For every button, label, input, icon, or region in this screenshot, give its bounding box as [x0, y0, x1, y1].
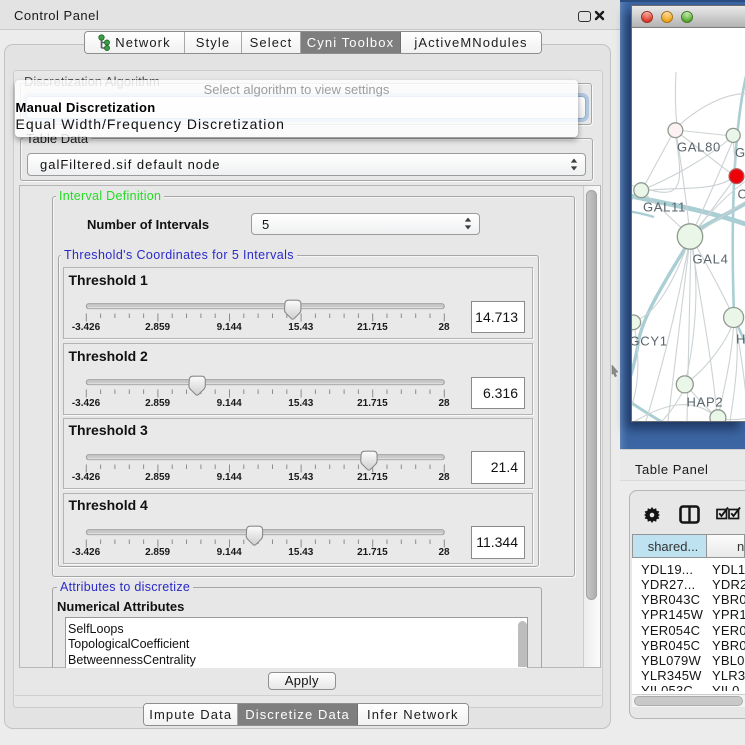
svg-text:GCY1: GCY1: [632, 334, 668, 349]
svg-text:HAP2: HAP2: [687, 395, 724, 410]
svg-text:GAL4: GAL4: [693, 252, 729, 267]
svg-text:C: C: [738, 187, 745, 202]
svg-text:GA: GA: [735, 145, 745, 160]
svg-text:GAL80: GAL80: [677, 140, 721, 155]
svg-text:GAL11: GAL11: [643, 200, 686, 215]
svg-text:H: H: [736, 332, 745, 347]
